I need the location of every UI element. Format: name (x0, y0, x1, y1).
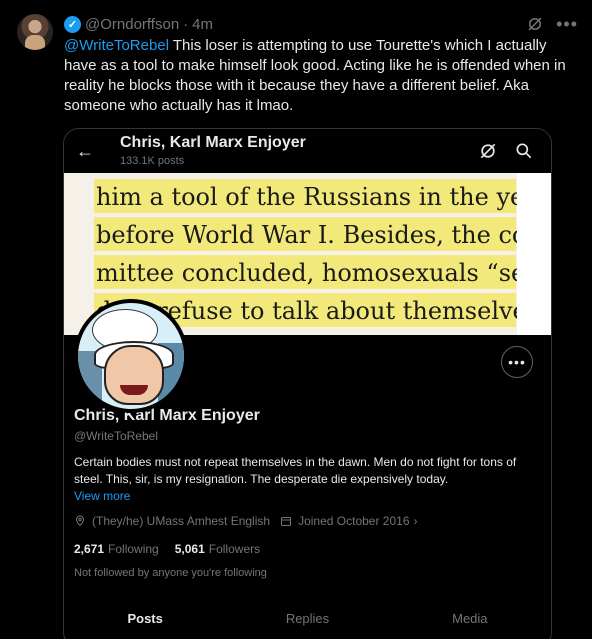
profile-topbar: ← Chris, Karl Marx Enjoyer 133.1K posts (64, 129, 551, 173)
profile-screenshot-card[interactable]: ← Chris, Karl Marx Enjoyer 133.1K posts … (63, 128, 552, 639)
author-avatar[interactable] (17, 14, 53, 50)
chevron-right-icon: › (413, 514, 418, 528)
tweet-text: @WriteToRebel This loser is attempting t… (64, 36, 574, 116)
tab-replies: Replies (285, 611, 330, 626)
tweet-time[interactable]: 4m (192, 16, 213, 33)
banner-text-line: mittee concluded, homosexuals “sel- (96, 259, 541, 287)
profile-more-button: ••• (501, 346, 533, 378)
followers-count: 5,061 (174, 542, 205, 556)
tweet-header: ✓ @Orndorffson · 4m ••• (64, 13, 578, 35)
calendar-icon (281, 517, 292, 526)
search-icon (516, 143, 532, 159)
mention-link[interactable]: @WriteToRebel (64, 37, 169, 54)
arrow-left-icon: ← (76, 141, 94, 161)
banner-margin (517, 173, 551, 335)
tab-posts: Posts (64, 599, 226, 639)
verified-badge-icon: ✓ (64, 15, 81, 33)
following-count: 2,671 (74, 542, 105, 556)
view-more-link: View more (74, 489, 131, 503)
profile-bio: Certain bodies must not repeat themselve… (74, 455, 517, 486)
following-label: Following (108, 542, 159, 556)
followers-label: Followers (208, 542, 261, 556)
separator-dot: · (183, 15, 189, 33)
profile-handle: @WriteToRebel (74, 429, 158, 443)
location-pin-icon (75, 515, 85, 527)
not-followed-note: Not followed by anyone you're following (74, 567, 267, 579)
grok-icon (480, 143, 496, 159)
profile-topbar-title: Chris, Karl Marx Enjoyer (120, 134, 306, 151)
author-handle[interactable]: @Orndorffson (85, 16, 179, 33)
profile-name: Chris, Karl Marx Enjoyer (74, 407, 260, 424)
profile-meta: (They/he) UMass Amhest English Joined Oc… (74, 514, 418, 528)
comic-face (104, 345, 164, 405)
follow-stats: 2,671 Following 5,061 Followers (74, 542, 260, 556)
tab-media: Media (452, 611, 488, 626)
profile-avatar (74, 299, 188, 413)
profile-tabs: Posts Replies Media (64, 599, 551, 639)
banner-text-line: him a tool of the Russians in the years (96, 183, 552, 211)
banner-text-line: before World War I. Besides, the com- (96, 221, 552, 249)
grok-icon[interactable] (526, 15, 544, 33)
profile-post-count: 133.1K posts (120, 155, 185, 167)
profile-joined: Joined October 2016 (298, 514, 410, 528)
more-options-icon[interactable]: ••• (556, 14, 578, 35)
profile-location: (They/he) UMass Amhest English (92, 514, 271, 528)
